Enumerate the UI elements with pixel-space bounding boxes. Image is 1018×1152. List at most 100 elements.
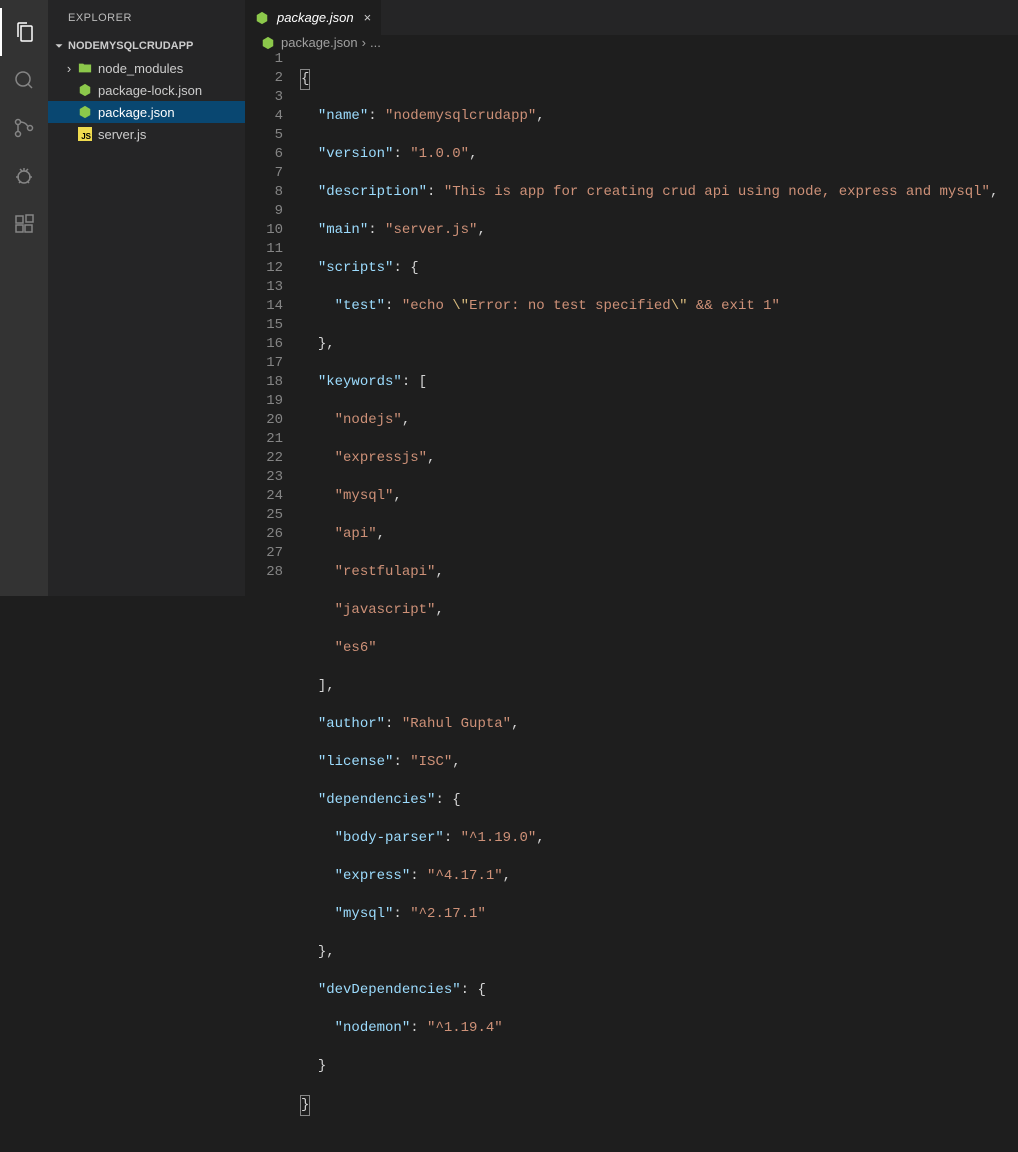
tree-file-package-json[interactable]: package.json [48, 101, 245, 123]
debug-icon[interactable] [0, 152, 48, 200]
js-icon: JS [76, 127, 94, 141]
breadcrumb[interactable]: package.json › ... [245, 35, 1018, 50]
code-token: "license" [318, 754, 394, 770]
breadcrumb-rest: ... [370, 35, 381, 50]
code-token: }, [318, 336, 335, 352]
tree-file-package-lock[interactable]: package-lock.json [48, 79, 245, 101]
chevron-right-icon: › [62, 61, 76, 76]
code-token: } [318, 1058, 326, 1074]
code-token: "ISC" [410, 754, 452, 770]
code-token: "mysql" [335, 906, 394, 922]
code-token: "scripts" [318, 260, 394, 276]
line-number: 26 [245, 525, 283, 544]
close-icon[interactable]: × [364, 10, 372, 25]
line-number: 4 [245, 107, 283, 126]
line-number: 12 [245, 259, 283, 278]
code-token: } [300, 1095, 310, 1116]
code-token: \" [452, 298, 469, 314]
tab-label: package.json [277, 10, 354, 25]
line-number: 6 [245, 145, 283, 164]
tree-item-label: server.js [98, 127, 146, 142]
code-token: \" [671, 298, 688, 314]
line-number: 11 [245, 240, 283, 259]
nodejs-icon [261, 36, 277, 50]
line-number: 8 [245, 183, 283, 202]
code-token: "expressjs" [335, 450, 427, 466]
line-number: 1 [245, 50, 283, 69]
editor[interactable]: 1234567891011121314151617181920212223242… [245, 50, 1018, 1152]
nodejs-icon [255, 11, 271, 25]
line-number: 14 [245, 297, 283, 316]
code-token: "author" [318, 716, 385, 732]
code-token: "nodemon" [335, 1020, 411, 1036]
line-number: 15 [245, 316, 283, 335]
line-number: 7 [245, 164, 283, 183]
code-token: "devDependencies" [318, 982, 461, 998]
code-token: "^1.19.4" [427, 1020, 503, 1036]
search-icon[interactable] [0, 56, 48, 104]
line-number: 19 [245, 392, 283, 411]
code-token: "main" [318, 222, 368, 238]
code-token: ], [318, 678, 335, 694]
explorer-icon[interactable] [0, 8, 48, 56]
code-token: "^2.17.1" [410, 906, 486, 922]
code-token: "This is app for creating crud api using… [444, 184, 990, 200]
tree-file-server-js[interactable]: JS server.js [48, 123, 245, 145]
activity-bar [0, 0, 48, 596]
code-token: "mysql" [335, 488, 394, 504]
tab-package-json[interactable]: package.json × [245, 0, 381, 35]
code-token: "keywords" [318, 374, 402, 390]
nodejs-icon [76, 105, 94, 119]
code-token: "restfulapi" [335, 564, 436, 580]
code-token: "express" [335, 868, 411, 884]
folder-root-label: NODEMYSQLCRUDAPP [68, 40, 193, 52]
line-number: 21 [245, 430, 283, 449]
line-number: 27 [245, 544, 283, 563]
line-number: 5 [245, 126, 283, 145]
code-token: "server.js" [385, 222, 477, 238]
code-token: Error: no test specified [469, 298, 671, 314]
code-token: "javascript" [335, 602, 436, 618]
code-token: "^4.17.1" [427, 868, 503, 884]
line-number: 23 [245, 468, 283, 487]
code-token: "es6" [335, 640, 377, 656]
source-control-icon[interactable] [0, 104, 48, 152]
line-number: 18 [245, 373, 283, 392]
editor-group: package.json × package.json › ... 1 23 456… [245, 0, 1018, 596]
code-token: && exit 1" [688, 298, 780, 314]
file-tree: › node_modules package-lock.json package… [48, 57, 245, 145]
code-token: "^1.19.0" [461, 830, 537, 846]
sidebar: EXPLORER NODEMYSQLCRUDAPP › node_modules… [48, 0, 245, 596]
code-token: "name" [318, 108, 368, 124]
sidebar-title: EXPLORER [48, 0, 245, 35]
line-number: 16 [245, 335, 283, 354]
line-number: 22 [245, 449, 283, 468]
extensions-icon[interactable] [0, 200, 48, 248]
line-number: 2 [245, 69, 283, 88]
code-token: "api" [335, 526, 377, 542]
code-token: "version" [318, 146, 394, 162]
code-token: "echo [402, 298, 452, 314]
code-token: "Rahul Gupta" [402, 716, 511, 732]
line-number: 20 [245, 411, 283, 430]
folder-root[interactable]: NODEMYSQLCRUDAPP [48, 35, 245, 57]
line-number: 13 [245, 278, 283, 297]
line-number: 28 [245, 563, 283, 582]
breadcrumb-sep: › [362, 35, 366, 50]
code-token: { [300, 69, 310, 90]
code-token: "body-parser" [335, 830, 444, 846]
code-content[interactable]: { "name": "nodemysqlcrudapp", "version":… [301, 50, 1018, 1152]
code-token: "1.0.0" [410, 146, 469, 162]
code-token: "nodemysqlcrudapp" [385, 108, 536, 124]
line-gutter: 1234567891011121314151617181920212223242… [245, 50, 301, 1152]
tab-bar: package.json × [245, 0, 1018, 35]
tree-item-label: package-lock.json [98, 83, 202, 98]
line-number: 24 [245, 487, 283, 506]
folder-icon [76, 61, 94, 75]
code-token: "test" [335, 298, 385, 314]
code-token: "dependencies" [318, 792, 436, 808]
tree-folder-node-modules[interactable]: › node_modules [48, 57, 245, 79]
line-number: 25 [245, 506, 283, 525]
tree-item-label: node_modules [98, 61, 183, 76]
code-token: }, [318, 944, 335, 960]
